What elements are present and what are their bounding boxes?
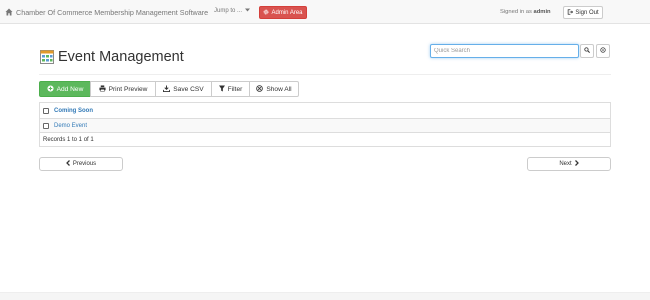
event-name-link[interactable]: Demo Event xyxy=(54,123,87,129)
filter-label: Filter xyxy=(227,85,243,93)
signed-in-prefix: Signed in as xyxy=(500,9,532,15)
previous-page-button[interactable]: Previous xyxy=(39,157,123,171)
filter-icon xyxy=(218,85,225,94)
select-all-checkbox[interactable] xyxy=(43,107,49,114)
add-new-label: Add New xyxy=(56,85,84,93)
sign-out-label: Sign Out xyxy=(575,9,599,16)
brand-link[interactable]: Chamber Of Commerce Membership Managemen… xyxy=(5,7,208,17)
footer-band xyxy=(0,292,650,300)
plus-circle-icon xyxy=(47,84,54,94)
brand-label: Chamber Of Commerce Membership Managemen… xyxy=(16,7,209,17)
column-header-coming-soon[interactable]: Coming Soon xyxy=(54,108,93,114)
search-button[interactable] xyxy=(580,44,594,58)
calendar-table-icon xyxy=(40,50,54,64)
caret-down-icon xyxy=(245,8,251,14)
action-toolbar: Add New Print Preview Save CSV Filter Sh… xyxy=(39,81,299,97)
signed-in-status: Signed in as admin xyxy=(500,9,551,15)
admin-area-label: Admin Area xyxy=(271,9,303,16)
sign-out-button[interactable]: Sign Out xyxy=(563,6,603,19)
next-page-button[interactable]: Next xyxy=(527,157,611,171)
times-circle-icon xyxy=(256,84,264,94)
header-divider xyxy=(39,74,611,75)
search-icon xyxy=(584,47,590,55)
save-csv-label: Save CSV xyxy=(173,85,204,93)
table-header-row: Coming Soon xyxy=(40,103,610,118)
print-preview-button[interactable]: Print Preview xyxy=(90,81,156,97)
jump-to-dropdown[interactable]: Jump to ... xyxy=(214,8,251,14)
quick-search-input[interactable] xyxy=(430,44,579,58)
show-all-button[interactable]: Show All xyxy=(249,81,299,97)
sign-out-icon xyxy=(567,8,574,17)
previous-label: Previous xyxy=(72,161,97,167)
download-icon xyxy=(163,84,171,94)
events-table: Coming Soon Demo Event Records 1 to 1 of… xyxy=(39,102,611,147)
signed-in-username: admin xyxy=(533,9,551,15)
print-icon xyxy=(99,84,106,94)
reset-icon xyxy=(600,47,606,55)
next-label: Next xyxy=(559,161,572,167)
show-all-label: Show All xyxy=(266,85,292,93)
reset-search-button[interactable] xyxy=(596,44,610,58)
jump-to-label: Jump to ... xyxy=(214,8,243,14)
records-summary-row: Records 1 to 1 of 1 xyxy=(40,132,610,146)
gear-icon xyxy=(263,9,269,17)
top-navbar: Chamber Of Commerce Membership Managemen… xyxy=(0,0,650,24)
records-count: Records 1 to 1 of 1 xyxy=(43,136,94,143)
admin-area-button[interactable]: Admin Area xyxy=(259,6,307,19)
row-checkbox[interactable] xyxy=(43,122,49,129)
home-icon xyxy=(5,8,13,16)
save-csv-button[interactable]: Save CSV xyxy=(155,81,212,97)
filter-button[interactable]: Filter xyxy=(211,81,250,97)
table-row: Demo Event xyxy=(40,118,610,132)
chevron-right-icon xyxy=(574,160,579,168)
page-title: Event Management xyxy=(58,49,184,65)
add-new-button[interactable]: Add New xyxy=(39,81,91,97)
chevron-left-icon xyxy=(65,160,70,168)
print-preview-label: Print Preview xyxy=(108,85,148,93)
